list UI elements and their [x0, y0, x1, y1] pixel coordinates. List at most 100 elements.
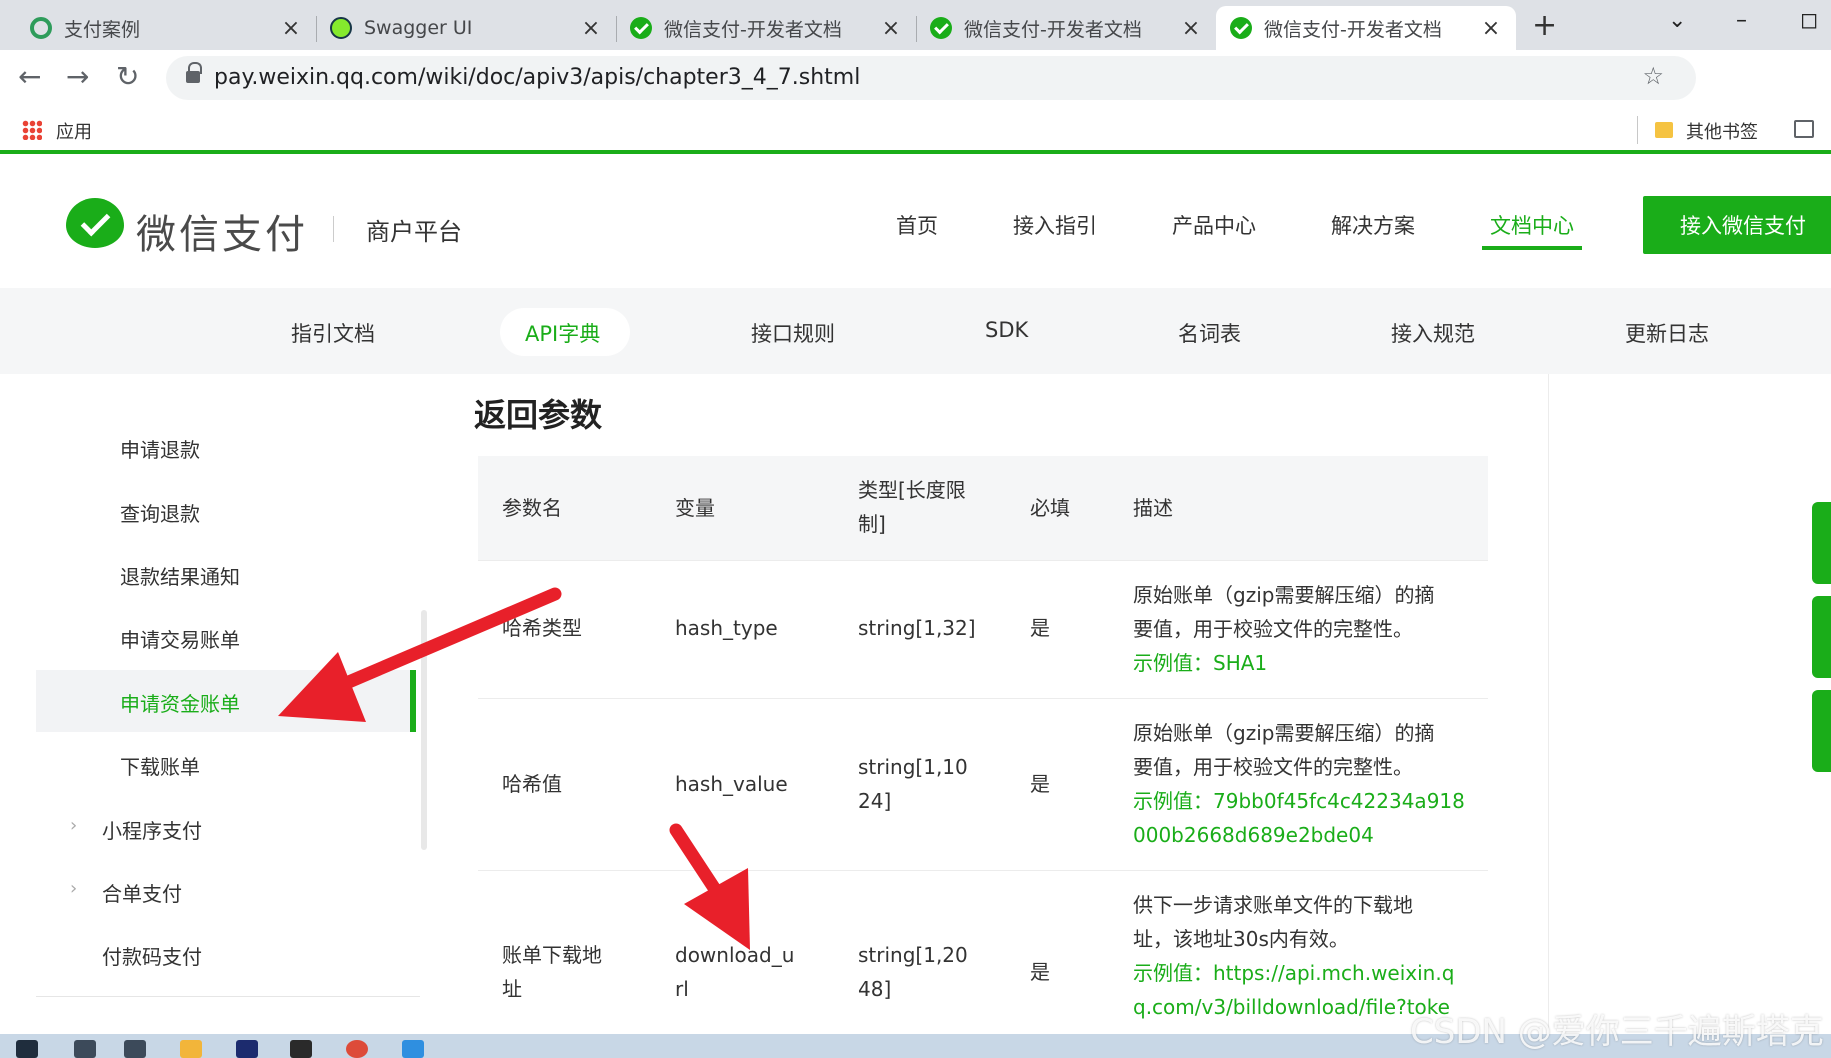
bookmark-other[interactable]: 其他书签 — [1686, 118, 1758, 144]
merchant-platform-label: 商户平台 — [366, 218, 462, 246]
param-example: 000b2668d689e2bde04 — [1133, 823, 1374, 847]
file-explorer-icon[interactable] — [180, 1040, 202, 1058]
wechat-pay-logo-icon[interactable] — [66, 198, 124, 248]
param-description: 要值，用于校验文件的完整性。 — [1133, 617, 1413, 641]
sidebar-item-trade-bill[interactable]: 申请交易账单 — [120, 624, 240, 653]
tab-search-icon[interactable]: ⌄ — [1668, 8, 1686, 33]
reading-list-icon[interactable] — [1794, 120, 1814, 138]
param-description: 要值，用于校验文件的完整性。 — [1133, 755, 1413, 779]
tab-wechat-docs-2[interactable]: 微信支付-开发者文档 × — [916, 6, 1216, 50]
floating-side-tab[interactable] — [1812, 596, 1831, 678]
back-arrow-icon[interactable]: ← — [18, 60, 41, 93]
subnav-glossary[interactable]: 名词表 — [1178, 318, 1241, 348]
maximize-icon[interactable]: ◻ — [1800, 8, 1818, 33]
chevron-right-icon[interactable]: › — [70, 878, 77, 899]
subnav-access-spec[interactable]: 接入规范 — [1391, 318, 1475, 348]
sidebar-item-refund-notify[interactable]: 退款结果通知 — [120, 561, 240, 590]
site-header: 微信支付 商户平台 首页 接入指引 产品中心 解决方案 文档中心 接入微信支付 — [0, 158, 1831, 288]
sidebar-divider — [36, 996, 420, 997]
chrome-icon[interactable] — [346, 1040, 368, 1058]
sidebar-group-combined-pay[interactable]: 合单支付 — [102, 878, 182, 907]
param-description: 原始账单（gzip需要解压缩）的摘 — [1133, 721, 1435, 745]
join-wechat-pay-button[interactable]: 接入微信支付 — [1643, 196, 1831, 254]
browser-tabstrip: 支付案例 × Swagger UI × 微信支付-开发者文档 × 微信支付-开发… — [0, 0, 1831, 50]
sidebar-group-mini-program[interactable]: 小程序支付 — [102, 815, 202, 844]
search-icon[interactable] — [74, 1040, 96, 1058]
param-example: 示例值：79bb0f45fc4c42234a918 — [1133, 789, 1465, 813]
star-icon[interactable]: ☆ — [1642, 62, 1682, 90]
forward-arrow-icon[interactable]: → — [66, 60, 89, 93]
folder-icon[interactable] — [1655, 122, 1673, 138]
floating-side-tab[interactable] — [1812, 502, 1831, 584]
column-header-name: 参数名 — [502, 496, 562, 520]
logo-text[interactable]: 微信支付 — [136, 202, 308, 260]
param-name: 址 — [502, 977, 522, 1001]
row-divider — [478, 560, 1488, 561]
arrow-to-download-url — [669, 823, 750, 950]
minimize-icon[interactable]: – — [1736, 8, 1747, 33]
close-icon[interactable]: × — [1180, 16, 1202, 41]
nav-guide[interactable]: 接入指引 — [1013, 210, 1097, 240]
nav-products[interactable]: 产品中心 — [1172, 210, 1256, 240]
windows-start-icon[interactable] — [16, 1040, 38, 1058]
tab-title: 微信支付-开发者文档 — [964, 18, 1142, 41]
tab-title: 微信支付-开发者文档 — [664, 18, 842, 41]
wechat-pay-icon — [1230, 17, 1252, 39]
param-name: 哈希类型 — [502, 616, 582, 640]
sidebar-item-download-bill[interactable]: 下载账单 — [120, 751, 200, 780]
close-icon[interactable]: × — [1480, 16, 1502, 41]
sidebar-scrollbar[interactable] — [421, 610, 427, 850]
g-circle-icon — [30, 17, 52, 39]
intellij-icon[interactable] — [236, 1040, 258, 1058]
param-variable: download_u — [675, 943, 795, 967]
chevron-right-icon[interactable]: › — [70, 815, 77, 836]
tab-payment-cases[interactable]: 支付案例 × — [16, 6, 316, 50]
address-bar[interactable]: pay.weixin.qq.com/wiki/doc/apiv3/apis/ch… — [166, 56, 1696, 100]
tab-wechat-docs-active[interactable]: 微信支付-开发者文档 × — [1216, 6, 1516, 50]
close-icon[interactable]: × — [880, 16, 902, 41]
param-variable: hash_value — [675, 772, 788, 796]
nav-docs[interactable]: 文档中心 — [1490, 210, 1574, 240]
wechat-pay-icon — [630, 17, 652, 39]
bookmark-separator — [1637, 116, 1638, 144]
vscode-icon[interactable] — [402, 1040, 424, 1058]
lock-icon[interactable] — [186, 62, 202, 86]
param-description: 供下一步请求账单文件的下载地 — [1133, 893, 1413, 917]
subnav-changelog[interactable]: 更新日志 — [1625, 318, 1709, 348]
subnav-sdk[interactable]: SDK — [985, 318, 1028, 342]
reload-icon[interactable]: ↻ — [116, 60, 139, 93]
column-header-required: 必填 — [1030, 496, 1070, 520]
column-header-type: 类型[长度限制] — [858, 478, 966, 536]
new-tab-button[interactable]: + — [1532, 8, 1557, 43]
task-view-icon[interactable] — [124, 1040, 146, 1058]
param-required: 是 — [1030, 960, 1050, 984]
content-right-divider — [1548, 374, 1549, 1034]
nav-solutions[interactable]: 解决方案 — [1331, 210, 1415, 240]
param-example: q.com/v3/billdownload/file?toke — [1133, 995, 1450, 1019]
tab-swagger-ui[interactable]: Swagger UI × — [316, 6, 616, 50]
sidebar-group-barcode-pay[interactable]: 付款码支付 — [102, 941, 202, 970]
param-name: 账单下载地 — [502, 943, 602, 967]
sidebar-item-query-refund[interactable]: 查询退款 — [120, 498, 200, 527]
bookmarks-bar: 应用 其他书签 — [0, 106, 1831, 154]
param-type: string[1,10 — [858, 755, 968, 779]
apps-grid-icon[interactable] — [22, 120, 42, 140]
tab-title: Swagger UI — [364, 17, 473, 39]
close-icon[interactable]: × — [580, 16, 602, 41]
subnav-guide-docs[interactable]: 指引文档 — [291, 318, 375, 348]
sidebar-item-apply-refund[interactable]: 申请退款 — [120, 434, 200, 463]
close-icon[interactable]: × — [280, 16, 302, 41]
bookmark-apps[interactable]: 应用 — [56, 118, 92, 144]
logo-divider — [333, 216, 334, 242]
tab-wechat-docs-1[interactable]: 微信支付-开发者文档 × — [616, 6, 916, 50]
url-text[interactable]: pay.weixin.qq.com/wiki/doc/apiv3/apis/ch… — [214, 65, 860, 90]
floating-side-tab[interactable] — [1812, 690, 1831, 772]
param-type: string[1,32] — [858, 616, 976, 640]
swagger-icon — [330, 17, 352, 39]
subnav-interface-rules[interactable]: 接口规则 — [751, 318, 835, 348]
nav-home[interactable]: 首页 — [896, 210, 938, 240]
sidebar-active-indicator — [410, 670, 416, 732]
sidebar-item-fund-bill[interactable]: 申请资金账单 — [120, 688, 240, 717]
terminal-icon[interactable] — [290, 1040, 312, 1058]
subnav-api-dictionary[interactable]: API字典 — [525, 318, 600, 348]
